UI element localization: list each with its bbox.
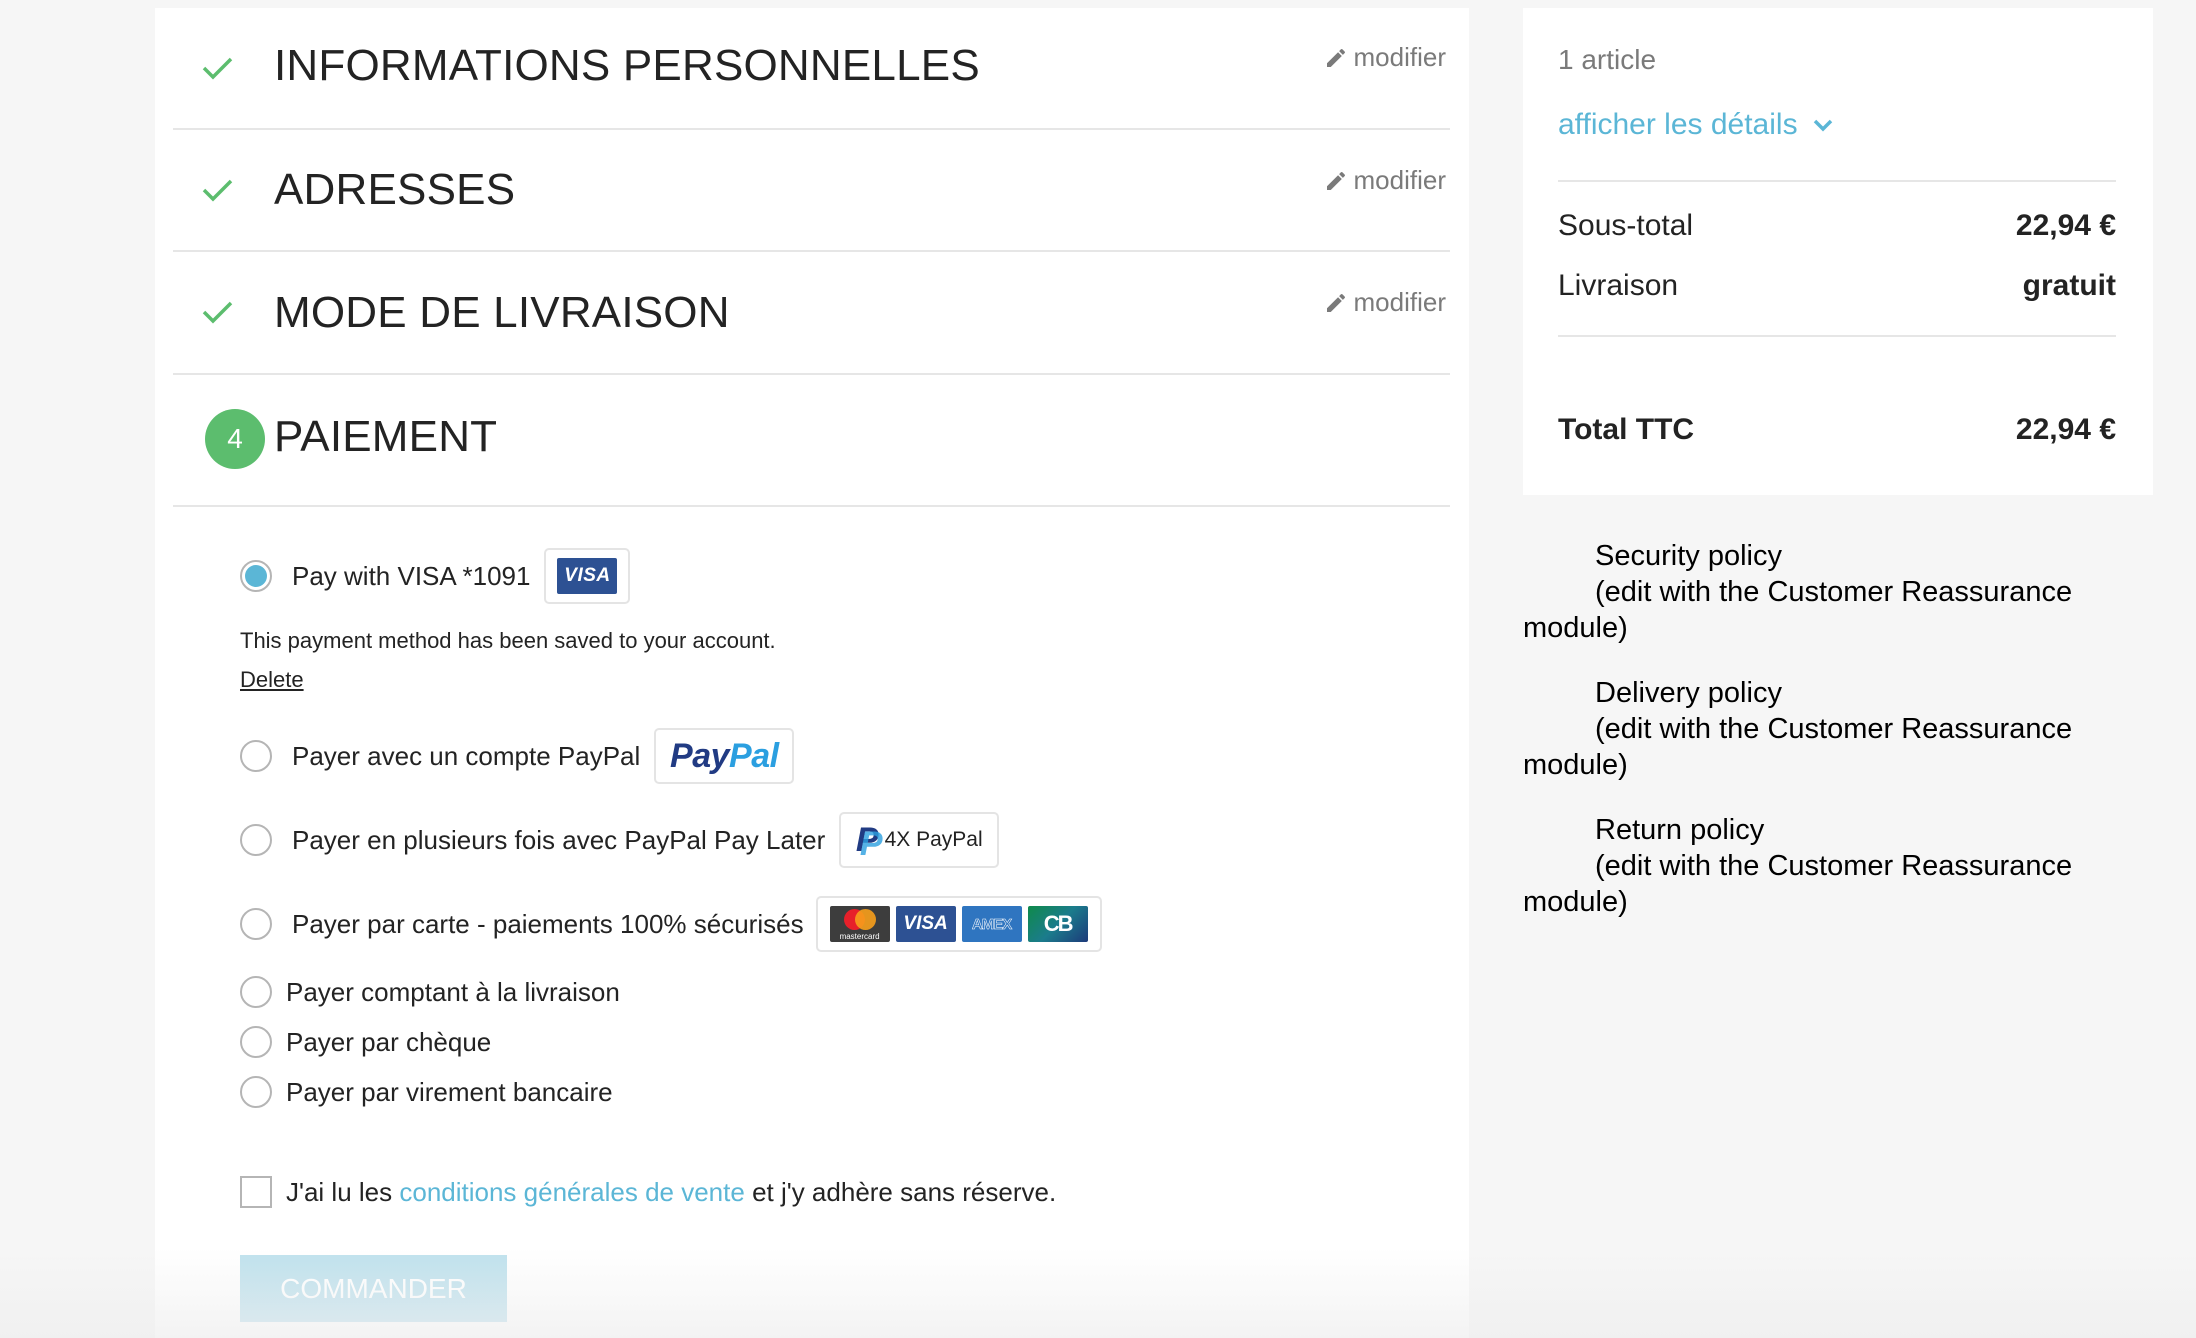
edit-label: modifier (1353, 287, 1446, 317)
saved-method-note: This payment method has been saved to yo… (240, 628, 776, 653)
visa-logo: VISA (544, 548, 631, 604)
reassurance-return: Return policy (edit with the Customer Re… (1523, 812, 2143, 920)
reassurance-security: Security policy (edit with the Customer … (1523, 538, 2143, 646)
checkout-steps-panel: Informations personnelles modifier Adres… (155, 8, 1469, 1338)
edit-personal-info-link[interactable]: modifier (1324, 42, 1446, 73)
reassurance-note: (edit with the Customer Reassurance (1595, 850, 2073, 882)
reassurance-note-end: module) (1523, 749, 1628, 781)
delete-saved-method-link[interactable]: Delete (240, 667, 304, 693)
step-title: Mode de livraison (274, 288, 730, 337)
mastercard-logo: mastercard (829, 906, 890, 942)
option-label: Payer avec un compte PayPal (292, 740, 641, 771)
subtotal-row: Sous-total 22,94 € (1558, 209, 2116, 243)
payment-option-paypal-pay-later[interactable]: Payer en plusieurs fois avec PayPal Pay … (240, 812, 1000, 868)
paypal-pay-later-logo: PP 4X PayPal (839, 812, 1000, 868)
payment-option-bank-transfer[interactable]: Payer par virement bancaire (240, 1076, 613, 1108)
reassurance-note-end: module) (1523, 612, 1628, 644)
paypal-p-icon: PP (855, 820, 883, 863)
shipping-value: gratuit (2022, 269, 2116, 302)
radio-paypal[interactable] (240, 740, 272, 772)
pencil-icon (1326, 48, 1345, 67)
terms-checkbox[interactable] (240, 1176, 272, 1208)
payment-option-cheque[interactable]: Payer par chèque (240, 1026, 491, 1058)
card-logos: mastercard VISA AMEX CB (815, 896, 1102, 952)
reassurance-note: (edit with the Customer Reassurance (1595, 713, 2073, 745)
chevron-down-icon (1813, 119, 1832, 132)
payment-option-paypal[interactable]: Payer avec un compte PayPal PayPal (240, 728, 795, 784)
step-title: Adresses (274, 165, 516, 214)
radio-bank-transfer[interactable] (240, 1076, 272, 1108)
step-payment: 4 Paiement (173, 375, 1450, 507)
option-label: Payer par virement bancaire (286, 1076, 613, 1107)
subtotal-value: 22,94 € (2015, 209, 2116, 242)
divider (1558, 180, 2116, 182)
reassurance-title: Security policy (1595, 540, 1782, 572)
step-personal-info[interactable]: Informations personnelles modifier (173, 8, 1450, 130)
option-label: Payer par chèque (286, 1026, 492, 1057)
amex-logo: AMEX (961, 906, 1022, 942)
subtotal-label: Sous-total (1558, 209, 1694, 242)
order-summary: 1 article afficher les détails Sous-tota… (1523, 8, 2153, 495)
reassurance-title: Return policy (1595, 814, 1765, 846)
terms-text: J'ai lu les conditions générales de vent… (286, 1176, 1057, 1207)
show-details-link[interactable]: afficher les détails (1558, 108, 1834, 142)
check-icon (202, 301, 233, 324)
shipping-label: Livraison (1558, 269, 1679, 302)
terms-link[interactable]: conditions générales de vente (399, 1177, 744, 1207)
step-addresses[interactable]: Adresses modifier (173, 130, 1450, 252)
divider (1558, 335, 2116, 337)
option-label: Payer comptant à la livraison (286, 976, 620, 1007)
payment-option-cash-on-delivery[interactable]: Payer comptant à la livraison (240, 976, 620, 1008)
edit-delivery-link[interactable]: modifier (1324, 287, 1446, 318)
option-label: Payer par carte - paiements 100% sécuris… (292, 908, 804, 939)
reassurance-title: Delivery policy (1595, 677, 1782, 709)
payment-option-card[interactable]: Payer par carte - paiements 100% sécuris… (240, 896, 1102, 952)
radio-saved-visa[interactable] (240, 560, 272, 592)
paypal-logo: PayPal (654, 728, 795, 784)
step-title: Paiement (274, 412, 498, 461)
edit-addresses-link[interactable]: modifier (1324, 165, 1446, 196)
cb-logo: CB (1027, 906, 1088, 942)
step-title: Informations personnelles (274, 41, 980, 90)
reassurance-note: (edit with the Customer Reassurance (1595, 576, 2073, 608)
item-count-row: 1 article (1558, 44, 2116, 76)
item-count: 1 article (1558, 44, 1657, 75)
step-number-badge: 4 (205, 409, 265, 469)
reassurance-note-end: module) (1523, 886, 1628, 918)
payment-option-saved-visa[interactable]: Pay with VISA *1091 VISA (240, 548, 631, 604)
radio-paypal-pay-later[interactable] (240, 824, 272, 856)
total-value: 22,94 € (2015, 413, 2116, 446)
radio-cash-on-delivery[interactable] (240, 976, 272, 1008)
pencil-icon (1326, 171, 1345, 190)
radio-cheque[interactable] (240, 1026, 272, 1058)
reassurance-delivery: Delivery policy (edit with the Customer … (1523, 675, 2143, 783)
visa-card-logo: VISA (895, 906, 956, 942)
radio-card[interactable] (240, 908, 272, 940)
terms-agreement: J'ai lu les conditions générales de vent… (240, 1176, 1056, 1208)
total-label: Total TTC (1558, 413, 1695, 446)
total-row: Total TTC 22,94 € (1558, 413, 2116, 447)
check-icon (202, 57, 233, 80)
step-delivery-mode[interactable]: Mode de livraison modifier (173, 252, 1450, 375)
edit-label: modifier (1353, 42, 1446, 72)
details-row: afficher les détails (1558, 108, 2116, 142)
option-label: Payer en plusieurs fois avec PayPal Pay … (292, 824, 826, 855)
shipping-row: Livraison gratuit (1558, 269, 2116, 303)
option-label: Pay with VISA *1091 (292, 560, 531, 591)
check-icon (202, 179, 233, 202)
edit-label: modifier (1353, 165, 1446, 195)
place-order-button[interactable]: Commander (240, 1255, 507, 1322)
pencil-icon (1326, 293, 1345, 312)
